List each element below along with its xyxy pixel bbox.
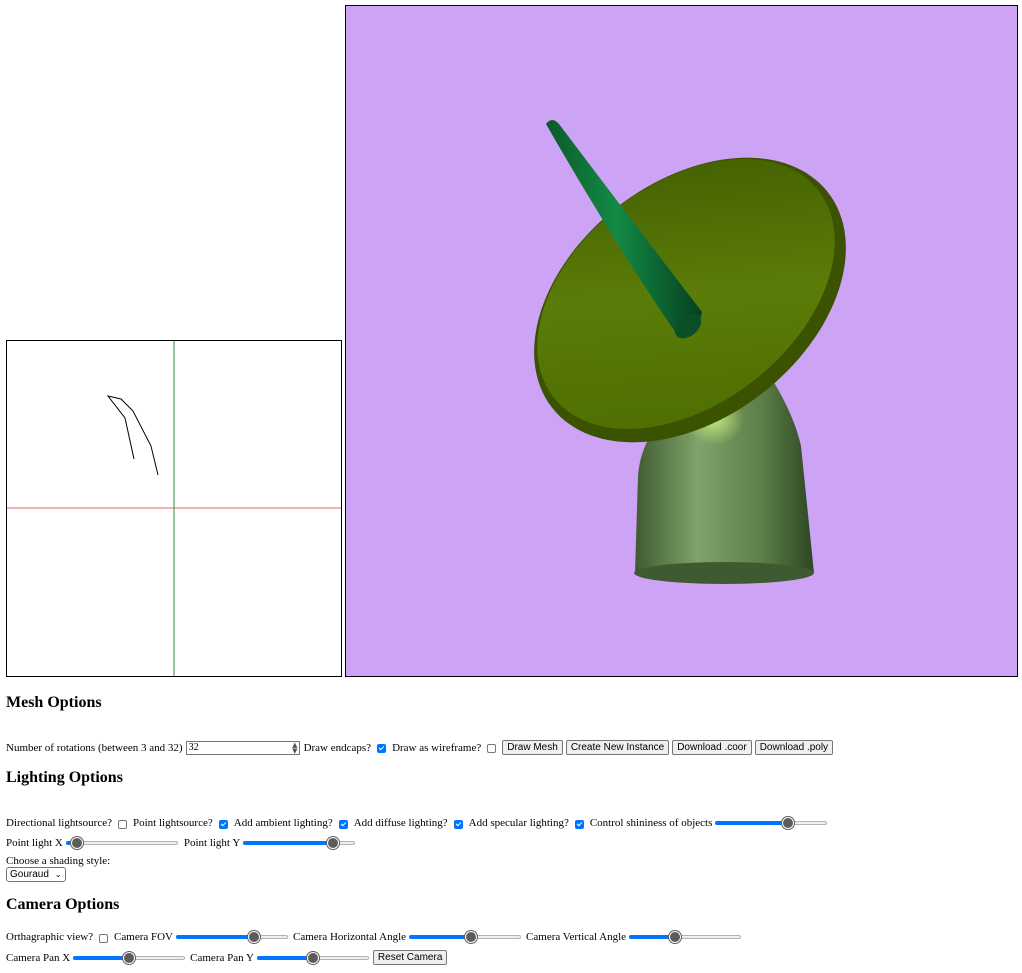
point-light-label: Point lightsource?: [133, 817, 213, 829]
shading-label-row: Choose a shading style:: [6, 855, 110, 867]
point-light-y-slider[interactable]: [243, 836, 356, 850]
shading-select[interactable]: Gouraud ⌄: [6, 867, 66, 882]
diffuse-checkbox[interactable]: [453, 819, 463, 829]
endcaps-label: Draw endcaps?: [303, 741, 372, 754]
camera-pan-y-label: Camera Pan Y: [190, 951, 254, 964]
mesh-options-heading: Mesh Options: [6, 694, 102, 711]
spinner-icon[interactable]: ▲ ▼: [292, 741, 297, 754]
ambient-label: Add ambient lighting?: [233, 817, 333, 829]
camera-fov-slider[interactable]: [176, 930, 289, 944]
ortho-checkbox[interactable]: [99, 933, 109, 943]
shininess-slider[interactable]: [715, 816, 828, 830]
ambient-checkbox[interactable]: [338, 819, 348, 829]
camera-row-2: Camera Pan X Camera Pan Y Reset Camera: [6, 950, 450, 965]
diffuse-label: Add diffuse lighting?: [353, 817, 448, 829]
camera-pan-y-slider[interactable]: [256, 951, 369, 965]
point-light-y-label: Point light Y: [183, 837, 241, 849]
lighting-toggles-row: Directional lightsource? Point lightsour…: [6, 816, 828, 830]
viewport-svg: [346, 6, 1017, 676]
pedestal-base: [634, 562, 814, 584]
shading-label: Choose a shading style:: [6, 855, 111, 867]
chevron-down-icon: ⌄: [54, 870, 62, 879]
lighting-options-heading: Lighting Options: [6, 769, 123, 786]
3d-viewport[interactable]: [345, 5, 1018, 677]
rotations-label: Number of rotations (between 3 and 32): [6, 741, 183, 754]
specular-label: Add specular lighting?: [468, 817, 569, 829]
camera-hangle-label: Camera Horizontal Angle: [293, 931, 407, 943]
shininess-label: Control shininess of objects: [589, 817, 713, 829]
create-instance-button[interactable]: Create New Instance: [565, 740, 670, 755]
point-light-row: Point light X Point light Y: [6, 836, 356, 850]
camera-vangle-label: Camera Vertical Angle: [526, 931, 627, 943]
reset-camera-button[interactable]: Reset Camera: [372, 950, 448, 965]
camera-pan-x-label: Camera Pan X: [6, 951, 71, 964]
camera-vangle-slider[interactable]: [629, 930, 742, 944]
ortho-label: Orthagraphic view?: [6, 931, 94, 943]
camera-row-1: Orthagraphic view? Camera FOV Camera Hor…: [6, 930, 742, 944]
endcaps-checkbox[interactable]: [377, 744, 387, 753]
camera-fov-label: Camera FOV: [114, 931, 174, 943]
sketch-svg: [7, 341, 341, 676]
point-light-x-slider[interactable]: [65, 836, 178, 850]
wireframe-label: Draw as wireframe?: [392, 741, 482, 754]
camera-options-heading: Camera Options: [6, 896, 120, 913]
rotations-input[interactable]: 32 ▲ ▼: [185, 740, 300, 755]
download-coor-button[interactable]: Download .coor: [672, 740, 752, 755]
specular-checkbox[interactable]: [574, 819, 584, 829]
profile-sketch-canvas[interactable]: [6, 340, 342, 677]
profile-curve: [106, 395, 159, 476]
mesh-options-row: Number of rotations (between 3 and 32) 3…: [6, 740, 836, 755]
point-light-checkbox[interactable]: [218, 819, 228, 829]
shading-select-row: Gouraud ⌄: [6, 867, 66, 882]
download-poly-button[interactable]: Download .poly: [754, 740, 834, 755]
point-light-x-label: Point light X: [6, 837, 63, 849]
directional-checkbox[interactable]: [118, 819, 127, 829]
draw-mesh-button[interactable]: Draw Mesh: [502, 740, 563, 755]
camera-hangle-slider[interactable]: [409, 930, 522, 944]
directional-label: Directional lightsource?: [6, 817, 112, 829]
wireframe-checkbox[interactable]: [487, 744, 497, 753]
camera-pan-x-slider[interactable]: [73, 951, 186, 965]
